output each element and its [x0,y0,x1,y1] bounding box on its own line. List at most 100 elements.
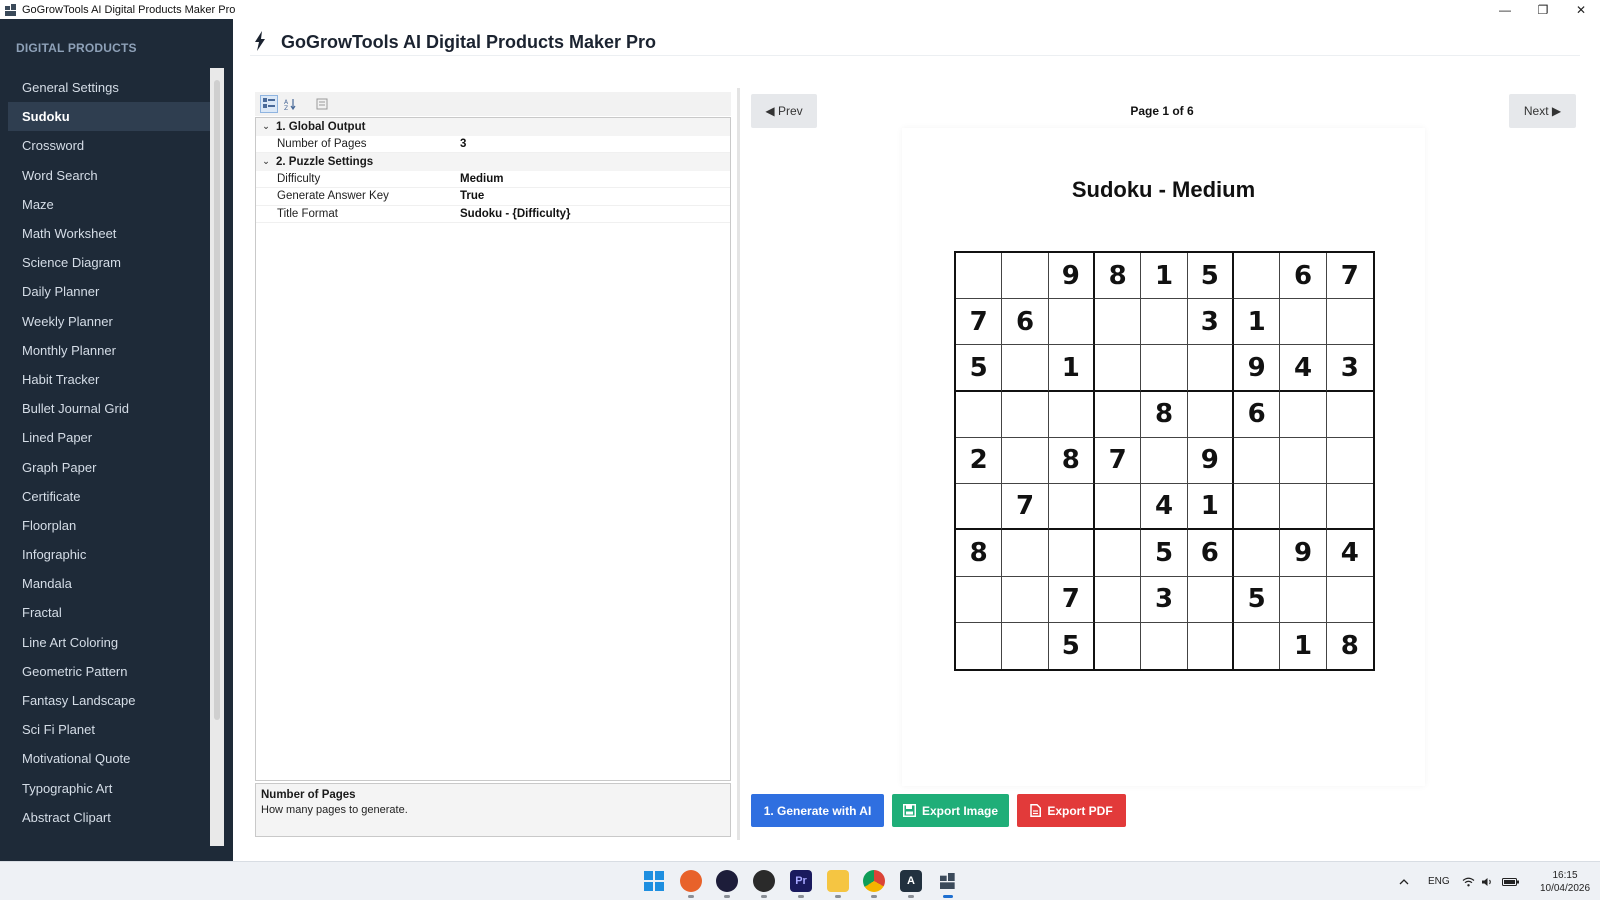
chevron-up-icon[interactable] [1399,862,1409,900]
sidebar-item-fractal[interactable]: Fractal [8,598,211,627]
sudoku-cell [1094,345,1142,392]
sidebar-item-typographic-art[interactable]: Typographic Art [8,774,211,803]
sidebar-item-sci-fi-planet[interactable]: Sci Fi Planet [8,715,211,744]
sidebar-item-sudoku[interactable]: Sudoku [8,102,211,132]
window-title: GoGrowTools AI Digital Products Maker Pr… [22,3,236,16]
property-row[interactable]: Generate Answer Key True [256,188,730,206]
taskbar: Pr A ENG 16:15 10/04/2026 [0,861,1600,900]
categorized-view-icon[interactable] [260,95,278,113]
running-indicator [798,895,804,898]
close-button[interactable]: ✕ [1562,0,1600,19]
sudoku-grid: 98156776315194386287974185694735518 [954,251,1375,671]
file-explorer-icon[interactable] [827,870,849,892]
sudoku-cell [1188,622,1234,669]
sudoku-cell: 6 [1280,253,1327,300]
generate-with-ai-button[interactable]: 1. Generate with AI [751,794,884,827]
sidebar-item-crossword[interactable]: Crossword [8,131,211,160]
property-category[interactable]: ⌄ 2. Puzzle Settings [256,153,730,171]
sidebar-item-habit-tracker[interactable]: Habit Tracker [8,365,211,394]
property-value[interactable]: Sudoku - {Difficulty} [460,208,730,220]
sudoku-cell [1002,622,1049,669]
property-name: Title Format [277,207,338,220]
sudoku-cell: 7 [1002,484,1049,531]
minimize-button[interactable]: — [1486,0,1524,19]
sudoku-cell [1233,530,1281,577]
sudoku-cell [1280,391,1327,438]
sidebar-item-maze[interactable]: Maze [8,190,211,219]
property-row[interactable]: Difficulty Medium [256,171,730,188]
chrome-icon[interactable] [863,870,885,892]
sidebar-item-daily-planner[interactable]: Daily Planner [8,277,211,306]
property-description-panel: Number of Pages How many pages to genera… [255,783,731,837]
sidebar-item-word-search[interactable]: Word Search [8,161,211,190]
sidebar-item-abstract-clipart[interactable]: Abstract Clipart [8,803,211,832]
chevron-down-icon[interactable]: ⌄ [256,121,276,132]
system-clock[interactable]: 16:15 10/04/2026 [1530,869,1600,895]
sidebar-item-floorplan[interactable]: Floorplan [8,511,211,540]
language-indicator[interactable]: ENG [1428,862,1450,900]
sudoku-cell: 8 [1048,437,1095,485]
sidebar-item-general-settings[interactable]: General Settings [8,73,211,102]
app-a-icon[interactable]: A [900,870,922,892]
property-category[interactable]: ⌄ 1. Global Output [256,118,730,136]
sudoku-cell [1187,576,1234,623]
chevron-down-icon[interactable]: ⌄ [256,156,276,167]
sudoku-cell [1234,622,1281,669]
property-row[interactable]: Title Format Sudoku - {Difficulty} [256,206,730,223]
sidebar-item-weekly-planner[interactable]: Weekly Planner [8,307,211,336]
property-row[interactable]: Number of Pages 3 [256,136,730,153]
sudoku-cell [1141,437,1188,485]
sudoku-cell [1233,437,1281,485]
next-page-button[interactable]: Next ▶ [1509,94,1576,128]
obs-icon[interactable] [753,870,775,892]
sudoku-cell [1002,391,1049,438]
gogrowtools-app-icon[interactable] [937,870,959,892]
pane-splitter[interactable] [737,88,740,840]
sidebar-item-graph-paper[interactable]: Graph Paper [8,452,211,481]
sidebar-item-mandala[interactable]: Mandala [8,569,211,598]
sudoku-cell [1326,392,1373,438]
sudoku-cell [1187,391,1234,438]
sidebar-item-math-worksheet[interactable]: Math Worksheet [8,219,211,248]
sidebar-item-fantasy-landscape[interactable]: Fantasy Landscape [8,686,211,715]
property-category-label: 1. Global Output [276,120,366,133]
property-pages-icon[interactable] [313,95,331,113]
export-pdf-button[interactable]: Export PDF [1017,794,1126,827]
running-indicator [688,895,694,898]
premiere-pro-icon[interactable]: Pr [790,870,812,892]
firefox-icon[interactable] [680,870,702,892]
property-value[interactable]: 3 [460,138,730,150]
alphabetical-sort-icon[interactable]: AZ [281,95,299,113]
wifi-icon[interactable] [1462,862,1475,900]
export-image-label: Export Image [921,803,999,818]
sidebar-item-motivational-quote[interactable]: Motivational Quote [8,744,211,773]
property-value[interactable]: True [460,190,730,202]
restore-button[interactable]: ❐ [1524,0,1562,19]
export-image-button[interactable]: Export Image [892,794,1009,827]
sudoku-cell [1326,438,1373,485]
sidebar-item-certificate[interactable]: Certificate [8,482,211,511]
sidebar-item-infographic[interactable]: Infographic [8,540,211,569]
battery-icon[interactable] [1502,862,1520,900]
property-value[interactable]: Medium [460,173,730,185]
sudoku-cell: 7 [956,299,1003,346]
sidebar-scrollbar[interactable] [210,68,224,846]
sidebar-item-line-art-coloring[interactable]: Line Art Coloring [8,628,211,657]
app-circle-icon[interactable] [716,870,738,892]
sidebar-item-geometric-pattern[interactable]: Geometric Pattern [8,657,211,686]
sidebar-item-lined-paper[interactable]: Lined Paper [8,423,211,452]
sudoku-cell: 1 [1048,345,1095,392]
prev-page-button[interactable]: ◀ Prev [751,94,817,128]
puzzle-title: Sudoku - Medium [1071,177,1256,202]
sudoku-cell: 1 [1141,253,1188,300]
sidebar-item-bullet-journal-grid[interactable]: Bullet Journal Grid [8,394,211,423]
sudoku-cell: 8 [1340,630,1359,661]
volume-icon[interactable] [1481,862,1493,900]
sidebar-scroll-thumb[interactable] [214,80,220,720]
sidebar-item-science-diagram[interactable]: Science Diagram [8,248,211,277]
export-pdf-label: Export PDF [1047,803,1113,818]
sidebar-item-monthly-planner[interactable]: Monthly Planner [8,336,211,365]
windows-start-icon[interactable] [643,870,665,892]
sudoku-cell: 3 [1326,345,1373,392]
sudoku-cell [1326,577,1373,623]
